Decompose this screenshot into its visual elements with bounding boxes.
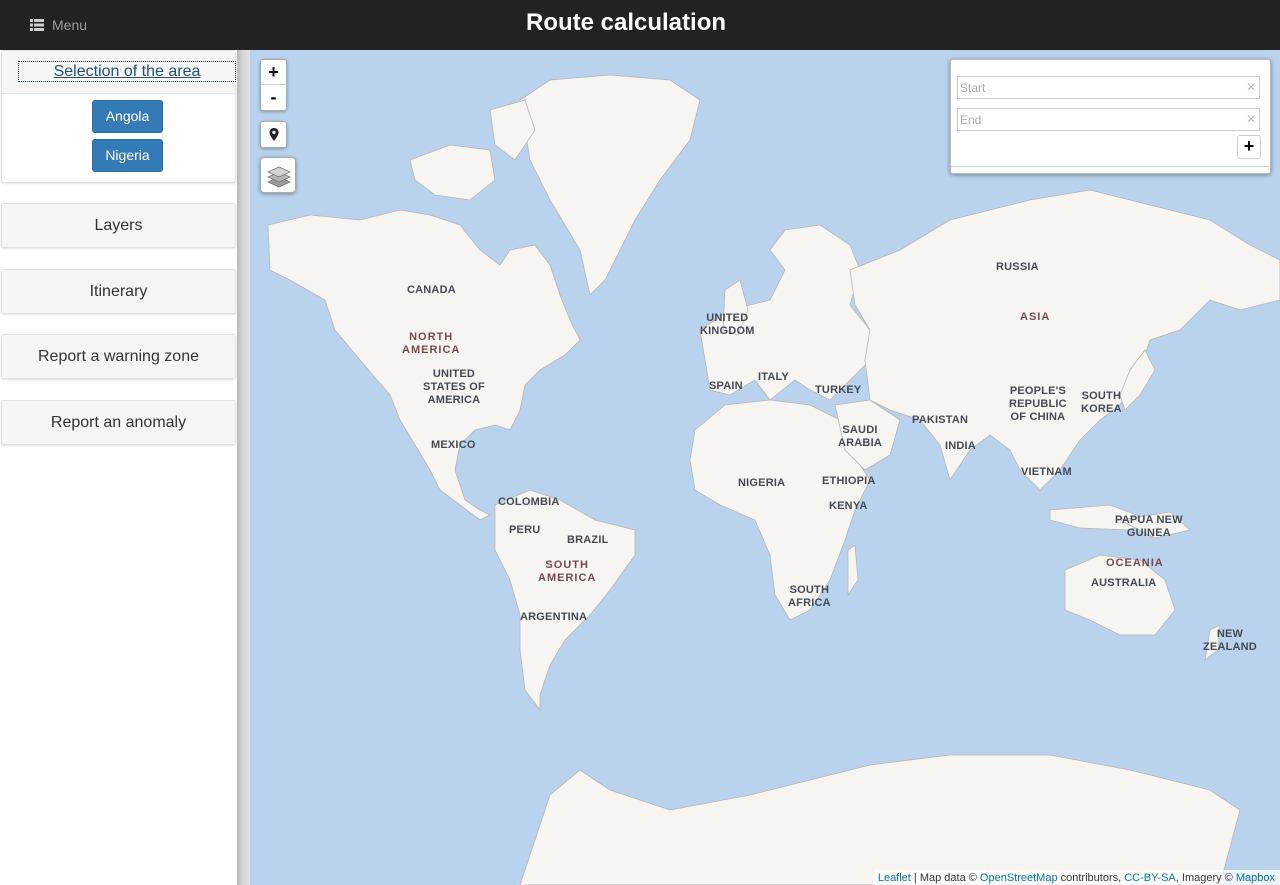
map-tiles: [267, 74, 1280, 885]
locate-button[interactable]: [260, 121, 287, 148]
country-button-nigeria[interactable]: Nigeria: [92, 139, 163, 172]
map-label-papua-new-guinea: PAPUA NEW GUINEA: [1115, 514, 1183, 539]
clear-end-button[interactable]: ×: [1244, 112, 1258, 128]
layers-control-button[interactable]: [260, 157, 296, 193]
cc-by-sa-link[interactable]: CC-BY-SA: [1124, 872, 1176, 884]
map-label-uk: UNITED KINGDOM: [700, 312, 755, 337]
map-label-canada: CANADA: [407, 284, 456, 296]
layers-icon: [267, 166, 291, 188]
map-label-china: PEOPLE'S REPUBLIC OF CHINA: [1009, 385, 1067, 423]
itinerary-panel[interactable]: Itinerary: [1, 269, 236, 314]
zoom-control: + -: [260, 59, 287, 111]
clear-start-button[interactable]: ×: [1244, 80, 1258, 96]
itinerary-panel-heading[interactable]: Itinerary: [2, 270, 235, 313]
mapbox-link[interactable]: Mapbox: [1236, 872, 1275, 884]
area-selection-toggle[interactable]: Selection of the area: [18, 61, 236, 82]
zoom-in-button[interactable]: +: [261, 60, 286, 85]
layers-panel[interactable]: Layers: [1, 203, 236, 248]
area-selection-panel: Selection of the area Angola Nigeria: [1, 50, 236, 183]
layers-panel-heading[interactable]: Layers: [2, 204, 235, 247]
attribution-text-3: , Imagery ©: [1175, 872, 1236, 884]
map-label-italy: ITALY: [758, 371, 789, 383]
anomaly-panel-heading[interactable]: Report an anomaly: [2, 401, 235, 444]
leaflet-link[interactable]: Leaflet: [878, 872, 911, 884]
routing-divider: [951, 166, 1270, 167]
area-panel-heading: Selection of the area: [2, 51, 236, 94]
map-label-ethiopia: ETHIOPIA: [822, 475, 876, 487]
map-marker-icon: [269, 128, 279, 141]
map-label-nigeria: NIGERIA: [738, 477, 786, 489]
map-label-mexico: MEXICO: [431, 439, 476, 451]
country-button-angola[interactable]: Angola: [92, 100, 163, 133]
map-attribution: Leaflet | Map data © OpenStreetMap contr…: [872, 870, 1280, 885]
map-label-usa: UNITED STATES OF AMERICA: [423, 368, 485, 406]
warning-zone-panel-heading[interactable]: Report a warning zone: [2, 335, 235, 378]
start-waypoint-input[interactable]: [957, 76, 1260, 99]
map-label-peru: PERU: [509, 524, 541, 536]
routing-control: × × +: [950, 59, 1271, 174]
map-label-australia: AUSTRALIA: [1091, 577, 1157, 589]
openstreetmap-link[interactable]: OpenStreetMap: [980, 872, 1058, 884]
map-label-brazil: BRAZIL: [567, 534, 609, 546]
attribution-text-2: contributors,: [1057, 872, 1125, 884]
map-label-asia: ASIA: [1020, 311, 1051, 323]
map-label-oceania: OCEANIA: [1106, 557, 1164, 569]
attribution-text-1: | Map data ©: [910, 872, 980, 884]
world-map[interactable]: CANADA NORTH AMERICA UNITED STATES OF AM…: [250, 50, 1280, 885]
map-label-south-africa: SOUTH AFRICA: [788, 584, 831, 609]
anomaly-panel[interactable]: Report an anomaly: [1, 400, 236, 445]
map-label-russia: RUSSIA: [996, 261, 1039, 273]
map-label-saudi-arabia: SAUDI ARABIA: [838, 424, 882, 449]
map-label-spain: SPAIN: [709, 380, 743, 392]
map-label-vietnam: VIETNAM: [1021, 466, 1072, 478]
end-waypoint-input[interactable]: [957, 108, 1260, 131]
sidebar-divider: [237, 50, 250, 885]
map-label-south-america: SOUTH AMERICA: [538, 559, 597, 584]
map-label-pakistan: PAKISTAN: [912, 414, 969, 426]
zoom-out-button[interactable]: -: [261, 85, 286, 110]
map-label-turkey: TURKEY: [815, 384, 862, 396]
top-navbar: Menu Route calculation: [0, 0, 1280, 50]
warning-zone-panel[interactable]: Report a warning zone: [1, 334, 236, 379]
map-label-india: INDIA: [945, 440, 976, 452]
map-label-argentina: ARGENTINA: [520, 611, 588, 623]
map-label-new-zealand: NEW ZEALAND: [1203, 628, 1257, 653]
add-waypoint-button[interactable]: +: [1237, 135, 1261, 159]
page-title: Route calculation: [525, 9, 727, 36]
map-label-colombia: COLOMBIA: [498, 496, 560, 508]
map-label-kenya: KENYA: [829, 500, 868, 512]
map-label-south-korea: SOUTH KOREA: [1081, 390, 1122, 415]
map-label-north-america: NORTH AMERICA: [402, 331, 461, 356]
